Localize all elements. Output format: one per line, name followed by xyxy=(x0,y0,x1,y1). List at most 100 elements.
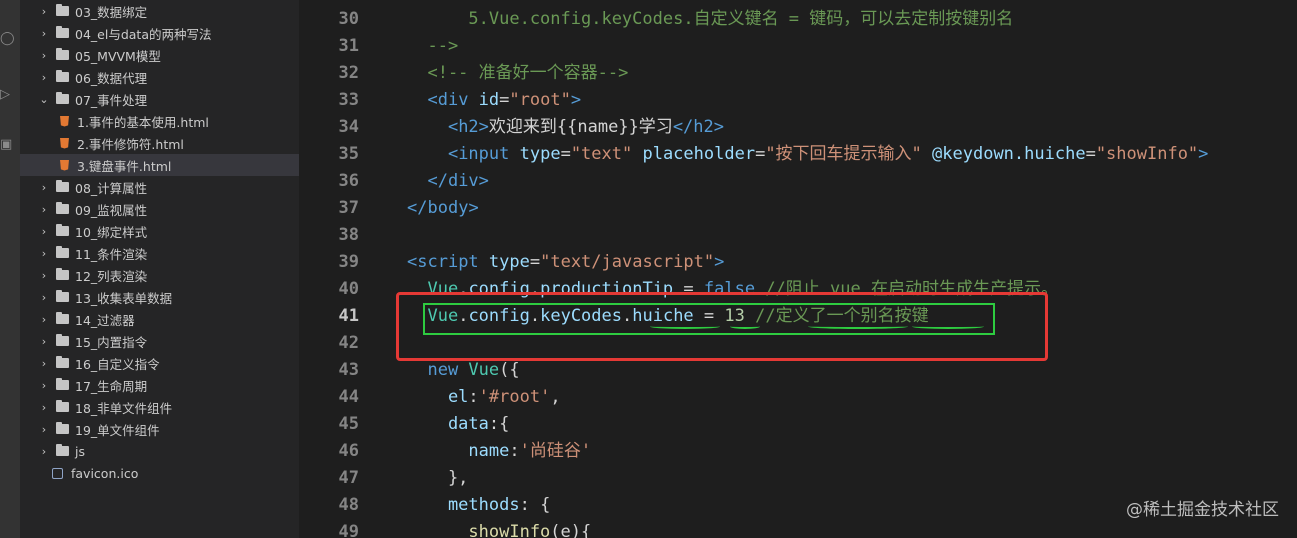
code-line[interactable]: 43 new Vue({ xyxy=(299,357,1297,384)
code-token: = xyxy=(560,144,571,164)
chevron-right-icon[interactable]: › xyxy=(38,269,50,282)
code-text: 5.Vue.config.keyCodes.自定义键名 = 键码，可以去定制按键… xyxy=(407,6,1013,33)
chevron-right-icon[interactable]: › xyxy=(38,335,50,348)
code-line[interactable]: 35 <input type="text" placeholder="按下回车提… xyxy=(299,141,1297,168)
code-token: < xyxy=(407,90,438,110)
chevron-right-icon[interactable]: › xyxy=(38,49,50,62)
line-number: 43 xyxy=(338,360,359,380)
chevron-down-icon[interactable]: ⌄ xyxy=(38,93,50,106)
explorer-item[interactable]: › 08_计算属性 xyxy=(20,176,299,198)
explorer-item[interactable]: › 09_监视属性 xyxy=(20,198,299,220)
explorer-item[interactable]: 3.键盘事件.html xyxy=(20,154,299,176)
explorer-item[interactable]: › 14_过滤器 xyxy=(20,308,299,330)
folder-icon xyxy=(56,378,69,390)
chevron-right-icon[interactable]: › xyxy=(38,225,50,238)
code-line[interactable]: 31 --> xyxy=(299,33,1297,60)
explorer-item[interactable]: › 17_生命周期 xyxy=(20,374,299,396)
explorer-item[interactable]: › 18_非单文件组件 xyxy=(20,396,299,418)
code-token: > xyxy=(478,117,489,137)
explorer-item[interactable]: › 04_el与data的两种写法 xyxy=(20,22,299,44)
explorer-item[interactable]: › 10_绑定样式 xyxy=(20,220,299,242)
code-line[interactable]: 49 showInfo(e){ xyxy=(299,519,1297,538)
code-line[interactable]: 34 <h2>欢迎来到{{name}}学习</h2> xyxy=(299,114,1297,141)
code-token: </ xyxy=(407,171,448,191)
explorer-item-label: 16_自定义指令 xyxy=(75,356,160,372)
code-token: h2 xyxy=(458,117,479,137)
explorer-item[interactable]: favicon.ico xyxy=(20,462,299,484)
code-line[interactable]: 32 <!-- 准备好一个容器--> xyxy=(299,60,1297,87)
chevron-right-icon[interactable]: › xyxy=(38,71,50,84)
chevron-right-icon[interactable]: › xyxy=(38,5,50,18)
code-text: </div> xyxy=(407,168,489,195)
code-token: </ xyxy=(407,198,428,218)
explorer-item[interactable]: 2.事件修饰符.html xyxy=(20,132,299,154)
code-line[interactable]: 46 name:'尚硅谷' xyxy=(299,438,1297,465)
explorer-item[interactable]: ⌄ 07_事件处理 xyxy=(20,88,299,110)
code-token: h2 xyxy=(693,117,714,137)
code-token: el xyxy=(407,387,469,407)
chevron-right-icon[interactable]: › xyxy=(38,401,50,414)
explorer-item[interactable]: 1.事件的基本使用.html xyxy=(20,110,299,132)
explorer-item-label: 10_绑定样式 xyxy=(75,224,148,240)
line-number: 42 xyxy=(338,333,359,353)
explorer-item[interactable]: › js xyxy=(20,440,299,462)
chevron-right-icon[interactable]: › xyxy=(38,291,50,304)
chevron-right-icon[interactable]: › xyxy=(38,203,50,216)
line-number: 39 xyxy=(338,252,359,272)
chevron-right-icon[interactable]: › xyxy=(38,313,50,326)
code-editor[interactable]: 30 5.Vue.config.keyCodes.自定义键名 = 键码，可以去定… xyxy=(299,0,1297,538)
code-line[interactable]: 45 data:{ xyxy=(299,411,1297,438)
explorer-item[interactable]: › 13_收集表单数据 xyxy=(20,286,299,308)
code-line[interactable]: 38 xyxy=(299,222,1297,249)
explorer-item-label: 14_过滤器 xyxy=(75,312,135,328)
explorer-item[interactable]: › 15_内置指令 xyxy=(20,330,299,352)
code-line[interactable]: 33 <div id="root"> xyxy=(299,87,1297,114)
explorer-item-label: 08_计算属性 xyxy=(75,180,148,196)
chevron-right-icon[interactable]: › xyxy=(38,423,50,436)
chevron-right-icon[interactable]: › xyxy=(38,379,50,392)
explorer-item[interactable]: › 12_列表渲染 xyxy=(20,264,299,286)
code-line[interactable]: 37 </body> xyxy=(299,195,1297,222)
chevron-right-icon[interactable]: › xyxy=(38,27,50,40)
code-token: : xyxy=(468,387,479,407)
run-icon[interactable]: ▷ xyxy=(0,84,20,106)
image-file-icon xyxy=(52,467,63,479)
code-line[interactable]: 36 </div> xyxy=(299,168,1297,195)
code-token: = xyxy=(1085,144,1096,164)
chevron-right-icon[interactable]: › xyxy=(38,357,50,370)
search-icon[interactable]: ◯ xyxy=(0,28,20,50)
chevron-right-icon[interactable]: › xyxy=(38,445,50,458)
html5-file-icon xyxy=(60,159,69,171)
line-number: 46 xyxy=(338,441,359,461)
code-line[interactable]: 39 <script type="text/javascript"> xyxy=(299,249,1297,276)
line-number: 35 xyxy=(338,144,359,164)
explorer-item[interactable]: › 19_单文件组件 xyxy=(20,418,299,440)
code-line[interactable]: 30 5.Vue.config.keyCodes.自定义键名 = 键码，可以去定… xyxy=(299,6,1297,33)
explorer-item[interactable]: › 03_数据绑定 xyxy=(20,0,299,22)
code-token: --> xyxy=(407,36,459,56)
line-number: 34 xyxy=(338,117,359,137)
code-token: type xyxy=(478,252,530,272)
code-line[interactable]: 47 }, xyxy=(299,465,1297,492)
explorer-item-label: 2.事件修饰符.html xyxy=(77,136,184,152)
code-text: new Vue({ xyxy=(407,357,519,384)
explorer-item[interactable]: › 05_MVVM模型 xyxy=(20,44,299,66)
extensions-icon[interactable]: ▣ xyxy=(0,134,20,156)
folder-icon xyxy=(56,356,69,368)
explorer-item[interactable]: › 06_数据代理 xyxy=(20,66,299,88)
explorer-item[interactable]: › 11_条件渲染 xyxy=(20,242,299,264)
chevron-right-icon[interactable]: › xyxy=(38,181,50,194)
code-token: input xyxy=(458,144,510,164)
green-underline xyxy=(808,324,908,329)
code-token: "text" xyxy=(570,144,633,164)
code-token: > xyxy=(468,198,479,218)
explorer-item[interactable]: › 16_自定义指令 xyxy=(20,352,299,374)
code-token: < xyxy=(407,144,459,164)
code-token: > xyxy=(478,171,489,191)
code-text: </body> xyxy=(407,195,479,222)
explorer-item-label: 3.键盘事件.html xyxy=(77,158,172,174)
code-token: </ xyxy=(672,117,694,137)
code-text: --> xyxy=(407,33,458,60)
code-line[interactable]: 44 el:'#root', xyxy=(299,384,1297,411)
chevron-right-icon[interactable]: › xyxy=(38,247,50,260)
